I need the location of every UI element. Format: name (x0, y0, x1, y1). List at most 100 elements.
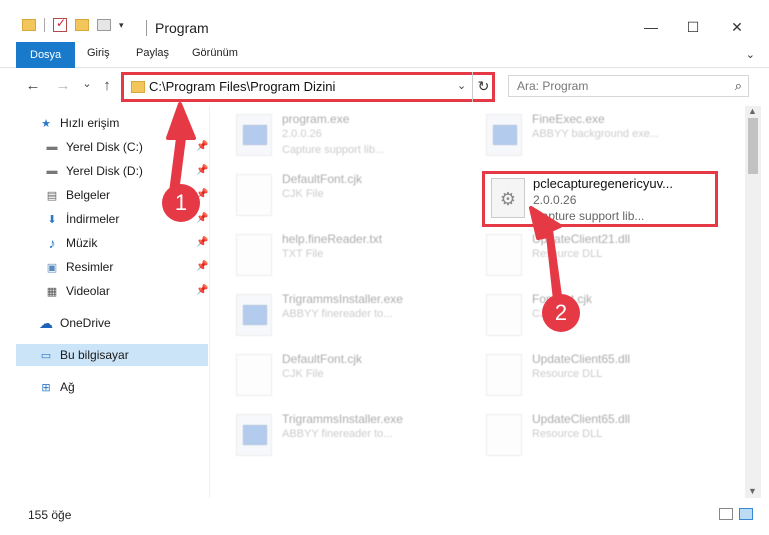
file-description: ABBYY background exe... (532, 128, 659, 140)
file-item[interactable]: DefaultFont.cjk CJK File (210, 346, 460, 406)
file-item[interactable]: help.fineReader.txt TXT File (210, 226, 460, 286)
properties-icon[interactable] (53, 16, 67, 32)
file-version: 2.0.0.26 (282, 128, 322, 140)
up-button[interactable]: ↑ (98, 77, 116, 94)
customize-icon[interactable] (97, 19, 111, 31)
separator (44, 18, 45, 32)
sidebar-item-pictures[interactable]: ▣ Resimler (44, 256, 114, 278)
file-item[interactable]: FontSet.cjk CJK File (460, 286, 710, 346)
file-icon (236, 234, 272, 276)
search-box[interactable]: Ara: Program ⌕ (508, 75, 749, 97)
step-badge-2: 2 (542, 294, 580, 332)
downloads-icon: ⬇ (47, 213, 57, 226)
file-name: help.fineReader.txt (282, 232, 383, 246)
file-item[interactable]: TrigrammsInstaller.exe ABBYY finereader … (210, 406, 460, 466)
scroll-down-icon[interactable]: ▼ (748, 486, 757, 496)
tab-paylas[interactable]: Paylaş (136, 47, 169, 59)
sidebar-item-disk-d[interactable]: ▬ Yerel Disk (D:) (44, 160, 143, 182)
pin-icon[interactable]: 📌 (196, 213, 208, 224)
file-name: UpdateClient65.dll (532, 412, 631, 426)
navigation-pane: ★ Hızlı erişim ▬ Yerel Disk (C:) 📌 ▬ Yer… (0, 106, 210, 498)
file-type: Resource DLL (532, 368, 603, 380)
qa-dropdown-icon[interactable]: ▾ (119, 20, 124, 31)
file-name: DefaultFont.cjk (282, 172, 363, 186)
sidebar-item-label: İndirmeler (66, 212, 120, 226)
refresh-button[interactable]: ↻ (472, 72, 494, 102)
file-icon (486, 354, 522, 396)
details-view-icon[interactable] (719, 508, 733, 520)
file-list: program.exe 2.0.0.26 Capture support lib… (210, 106, 745, 498)
pin-icon[interactable]: 📌 (196, 141, 208, 152)
file-name: FineExec.exe (532, 112, 605, 126)
pin-icon[interactable]: 📌 (196, 165, 208, 176)
documents-icon: ▤ (46, 189, 58, 202)
highlighted-file-item[interactable]: ⚙ pclecapturegenericyuv... 2.0.0.26 Capt… (482, 171, 718, 227)
settings-file-icon: ⚙ (491, 178, 525, 218)
file-icon (486, 114, 522, 156)
sidebar-item-documents[interactable]: ▤ Belgeler (44, 184, 110, 206)
sidebar-item-this-pc[interactable]: ▭ Bu bilgisayar (16, 344, 208, 366)
pin-icon[interactable]: 📌 (196, 285, 208, 296)
tab-giris[interactable]: Giriş (87, 47, 110, 59)
tiles-view-icon[interactable] (739, 508, 753, 520)
item-count: 155 öğe (28, 508, 72, 522)
sidebar-item-downloads[interactable]: ⬇ İndirmeler (44, 208, 119, 230)
sidebar-item-quick-access[interactable]: ★ Hızlı erişim (38, 112, 119, 134)
sidebar-item-label: Videolar (66, 284, 110, 298)
network-icon: ⊞ (41, 381, 51, 394)
ribbon-expand-icon[interactable]: ⌄ (746, 48, 755, 61)
sidebar-item-network[interactable]: ⊞ Ağ (38, 376, 74, 398)
pin-icon[interactable]: 📌 (196, 237, 208, 248)
vertical-scrollbar[interactable]: ▲ ▼ (745, 106, 761, 498)
file-icon (236, 354, 272, 396)
file-icon (236, 294, 272, 336)
videos-icon: ▦ (46, 285, 58, 298)
sidebar-item-music[interactable]: ♪ Müzik (44, 232, 98, 254)
address-path[interactable]: C:\Program Files\Program Dizini (149, 79, 335, 94)
forward-button[interactable]: → (54, 77, 72, 94)
file-item[interactable]: DefaultFont.cjk CJK File (210, 166, 460, 226)
address-bar[interactable]: C:\Program Files\Program Dizini ⌄ ↻ (121, 72, 495, 102)
back-button[interactable]: ← (24, 77, 42, 94)
file-icon (236, 174, 272, 216)
sidebar-item-label: Resimler (66, 260, 114, 274)
sidebar-item-videos[interactable]: ▦ Videolar (44, 280, 110, 302)
tab-gorunum[interactable]: Görünüm (192, 47, 238, 59)
close-button[interactable]: ✕ (726, 18, 748, 36)
search-input[interactable]: Ara: Program (517, 79, 588, 93)
sidebar-item-label: Yerel Disk (D:) (66, 164, 143, 178)
file-type: Resource DLL (532, 248, 603, 260)
file-icon (486, 234, 522, 276)
sidebar-item-disk-c[interactable]: ▬ Yerel Disk (C:) (44, 136, 143, 158)
sidebar-item-label: Yerel Disk (C:) (66, 140, 143, 154)
new-folder-icon[interactable] (75, 19, 89, 31)
recent-locations-button[interactable]: ⌄ (78, 77, 96, 90)
folder-icon[interactable] (22, 19, 36, 31)
scrollbar-thumb[interactable] (748, 118, 758, 174)
title-separator (146, 20, 147, 36)
pictures-icon: ▣ (46, 261, 58, 274)
address-dropdown-icon[interactable]: ⌄ (457, 79, 466, 92)
scroll-up-icon[interactable]: ▲ (748, 106, 757, 116)
drive-icon: ▬ (46, 165, 58, 177)
search-icon[interactable]: ⌕ (735, 78, 742, 94)
pin-icon[interactable]: 📌 (196, 261, 208, 272)
file-item[interactable]: UpdateClient65.dll Resource DLL (460, 406, 710, 466)
file-item[interactable]: TrigrammsInstaller.exe ABBYY finereader … (210, 286, 460, 346)
sidebar-item-onedrive[interactable]: ☁ OneDrive (38, 312, 111, 334)
file-item[interactable]: UpdateClient21.dll Resource DLL (460, 226, 710, 286)
maximize-button[interactable]: ☐ (682, 18, 704, 36)
file-item[interactable]: UpdateClient65.dll Resource DLL (460, 346, 710, 406)
minimize-button[interactable]: — (640, 18, 662, 36)
tab-dosya[interactable]: Dosya (16, 42, 76, 68)
file-icon (486, 414, 522, 456)
navigation-bar: ← → ⌄ ↑ C:\Program Files\Program Dizini … (0, 68, 769, 106)
file-icon (486, 294, 522, 336)
step-badge-1: 1 (162, 184, 200, 222)
status-bar: 155 öğe (0, 498, 769, 535)
sidebar-item-label: Belgeler (66, 188, 111, 202)
file-name: TrigrammsInstaller.exe (282, 292, 403, 306)
file-item[interactable]: program.exe 2.0.0.26 Capture support lib… (210, 106, 460, 166)
file-name: DefaultFont.cjk (282, 352, 363, 366)
file-item[interactable]: FineExec.exe ABBYY background exe... (460, 106, 710, 166)
